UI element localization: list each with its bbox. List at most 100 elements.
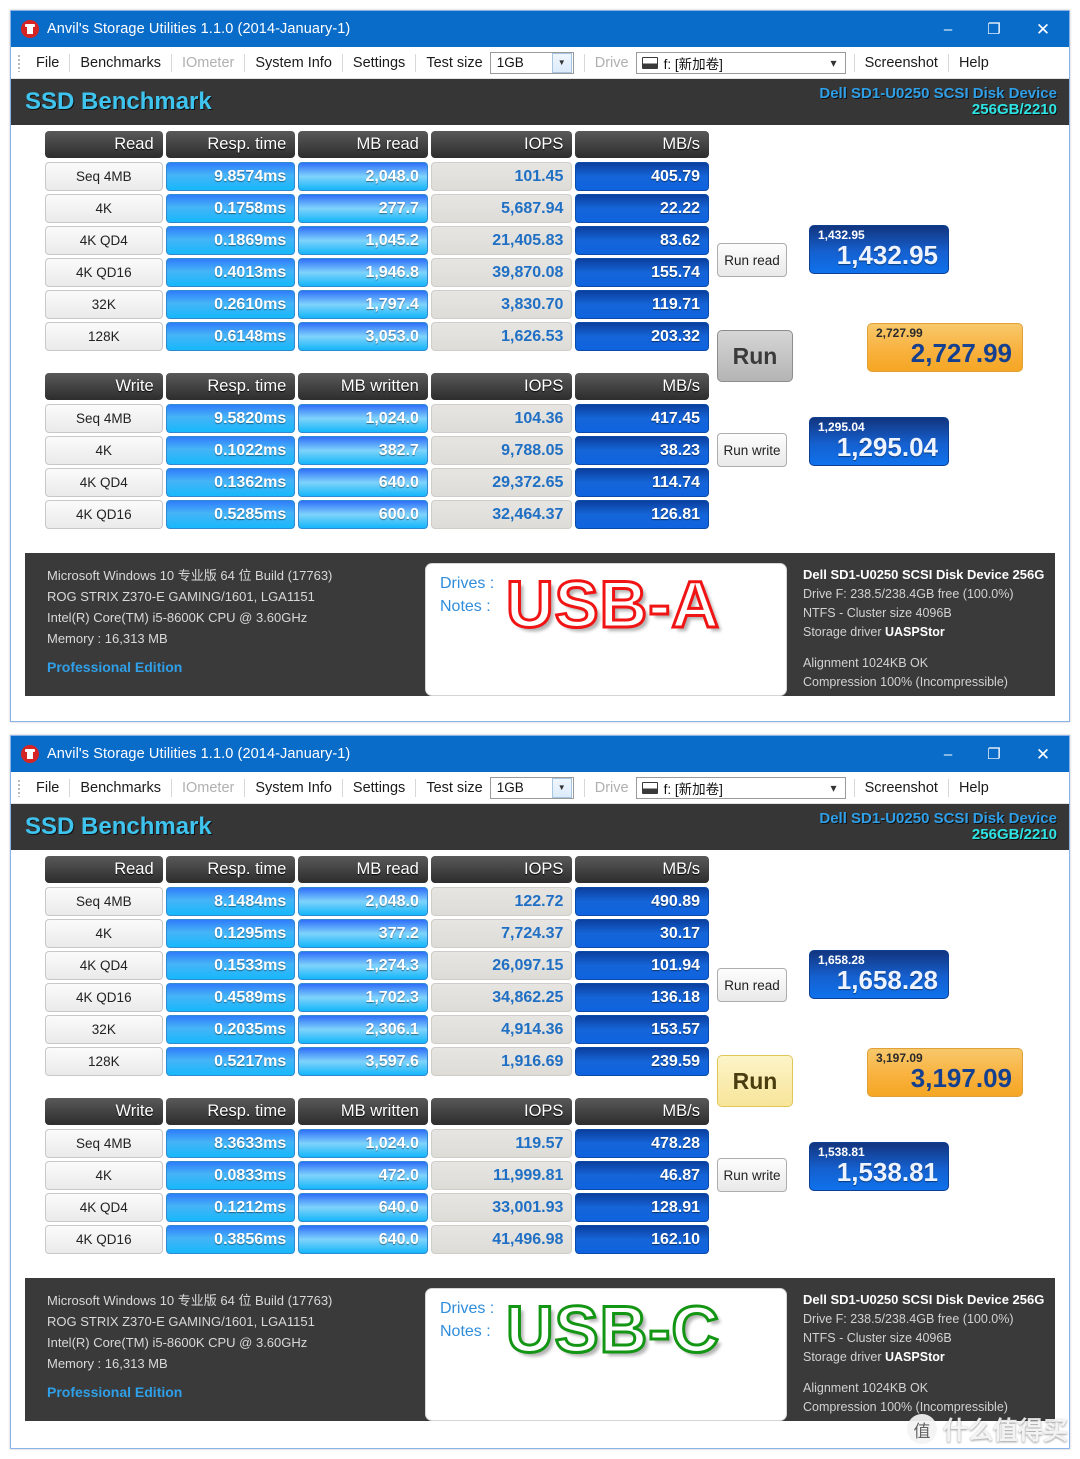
menu-iometer: IOmeter	[181, 779, 235, 796]
cell-resp: 0.2035ms	[165, 1015, 296, 1044]
close-button[interactable]: ✕	[1017, 736, 1069, 772]
table-row: 4K QD16 0.3856ms 640.0 41,496.98 162.10	[45, 1225, 709, 1254]
cell-resp: 0.3856ms	[165, 1225, 296, 1254]
menu-settings[interactable]: Settings	[344, 780, 414, 796]
table-row: 4K QD16 0.4013ms 1,946.8 39,870.08 155.7…	[45, 258, 709, 287]
drive-value: f: [新加卷]	[663, 781, 723, 797]
cell-mb: 2,048.0	[298, 162, 428, 191]
cell-resp: 0.1295ms	[165, 919, 296, 948]
row-label: 4K	[45, 1161, 163, 1190]
col-mb: MB written	[298, 1098, 428, 1125]
cell-iops: 122.72	[430, 887, 573, 916]
menu-file[interactable]: File	[27, 55, 68, 71]
cell-mb: 1,045.2	[298, 226, 428, 255]
maximize-button[interactable]: ❐	[971, 736, 1017, 772]
table-row: 4K 0.1758ms 277.7 5,687.94 22.22	[45, 194, 709, 223]
drive-select[interactable]: f: [新加卷] ▾	[635, 776, 846, 799]
menu-benchmarks[interactable]: Benchmarks	[71, 780, 170, 796]
row-label: 4K QD16	[45, 500, 163, 529]
write-score-badge: 1,538.81 1,538.81	[809, 1142, 949, 1191]
menu-system-info[interactable]: System Info	[246, 55, 341, 71]
close-button[interactable]: ✕	[1017, 11, 1069, 47]
run-button[interactable]: Run	[717, 1055, 793, 1107]
menu-help[interactable]: Help	[950, 55, 998, 71]
cell-mb: 1,946.8	[298, 258, 428, 287]
row-label: 4K	[45, 919, 163, 948]
anvil-window-usb-a: Anvil's Storage Utilities 1.1.0 (2014-Ja…	[10, 10, 1070, 722]
cell-iops: 34,862.25	[430, 983, 573, 1012]
row-label: 4K QD16	[45, 1225, 163, 1254]
menu-screenshot[interactable]: Screenshot	[856, 780, 947, 796]
row-label: 4K QD16	[45, 258, 163, 287]
read-results-table: Read Resp. time MB read IOPS MB/s Seq 4M…	[45, 131, 710, 354]
menu-settings[interactable]: Settings	[344, 55, 414, 71]
page-title: SSD Benchmark	[25, 88, 212, 115]
col-resp: Resp. time	[165, 856, 296, 883]
minimize-button[interactable]: –	[925, 736, 971, 772]
menu-file[interactable]: File	[27, 780, 68, 796]
row-label: 4K	[45, 194, 163, 223]
drive-free-line: Drive F: 238.5/238.4GB free (100.0%)	[803, 1311, 1014, 1326]
drive-fs-line: NTFS - Cluster size 4096B	[803, 1330, 952, 1345]
chevron-down-icon[interactable]: ▼	[551, 777, 572, 798]
cell-mb: 640.0	[298, 1193, 428, 1222]
menu-divider	[853, 53, 855, 72]
run-write-button[interactable]: Run write	[717, 433, 787, 467]
maximize-button[interactable]: ❐	[971, 11, 1017, 47]
cell-iops: 3,830.70	[430, 290, 573, 319]
cell-resp: 0.6148ms	[165, 322, 296, 351]
menu-benchmarks[interactable]: Benchmarks	[71, 55, 170, 71]
table-row: 32K 0.2035ms 2,306.1 4,914.36 153.57	[45, 1015, 709, 1044]
watermark-badge-icon: 值	[906, 1414, 937, 1444]
benchmark-header-band: SSD Benchmark Dell SD1-U0250 SCSI Disk D…	[11, 804, 1069, 850]
read-score-badge: 1,432.95 1,432.95	[809, 225, 949, 274]
notes-card[interactable]: Drives : Notes : USB-C	[425, 1288, 787, 1421]
device-capacity: 256GB/2210	[971, 101, 1057, 118]
run-button[interactable]: Run	[717, 330, 793, 382]
test-size-select[interactable]: 1GB ▼	[489, 776, 574, 799]
cell-mbs: 417.45	[575, 404, 709, 433]
chevron-down-icon[interactable]: ▼	[551, 52, 572, 73]
edition-line: Professional Edition	[47, 659, 183, 676]
cell-mbs: 478.28	[575, 1129, 709, 1158]
cell-mbs: 101.94	[575, 951, 709, 980]
col-read: Read	[45, 856, 163, 883]
menu-divider	[170, 778, 172, 797]
cell-resp: 0.1869ms	[165, 226, 296, 255]
driver-label: Storage driver	[803, 624, 882, 639]
menu-help[interactable]: Help	[950, 780, 998, 796]
minimize-button[interactable]: –	[925, 11, 971, 47]
cell-iops: 5,687.94	[430, 194, 573, 223]
menu-system-info[interactable]: System Info	[246, 780, 341, 796]
cell-iops: 7,724.37	[430, 919, 573, 948]
read-results-table: Read Resp. time MB read IOPS MB/s Seq 4M…	[45, 856, 710, 1079]
device-name: Dell SD1-U0250 SCSI Disk Device	[819, 810, 1057, 828]
chevron-down-icon[interactable]: ▾	[831, 56, 845, 70]
menu-divider	[341, 778, 343, 797]
notes-card[interactable]: Drives : Notes : USB-A	[425, 563, 787, 696]
run-read-button[interactable]: Run read	[717, 968, 787, 1002]
test-size-select[interactable]: 1GB ▼	[489, 51, 574, 74]
col-mbs: MB/s	[575, 1098, 710, 1125]
cell-resp: 8.1484ms	[165, 887, 296, 916]
drive-value: f: [新加卷]	[663, 56, 723, 72]
cell-iops: 26,097.15	[430, 951, 573, 980]
cell-mb: 1,702.3	[298, 983, 428, 1012]
driver-value: UASPStor	[885, 624, 945, 639]
cell-resp: 0.1758ms	[165, 194, 296, 223]
cell-resp: 0.4013ms	[165, 258, 296, 287]
total-score-value: 2,727.99	[910, 337, 1012, 368]
menu-screenshot[interactable]: Screenshot	[856, 55, 947, 71]
window-title: Anvil's Storage Utilities 1.1.0 (2014-Ja…	[47, 21, 351, 37]
cell-resp: 9.5820ms	[165, 404, 296, 433]
read-score-badge: 1,658.28 1,658.28	[809, 950, 949, 999]
menu-divider	[947, 53, 949, 72]
cell-mbs: 162.10	[575, 1225, 709, 1254]
run-write-button[interactable]: Run write	[717, 1158, 787, 1192]
drive-select[interactable]: f: [新加卷] ▾	[635, 51, 846, 74]
menu-divider	[583, 778, 585, 797]
chevron-down-icon[interactable]: ▾	[831, 781, 845, 795]
cell-iops: 29,372.65	[430, 468, 573, 497]
run-read-button[interactable]: Run read	[717, 243, 787, 277]
menu-divider	[244, 53, 246, 72]
